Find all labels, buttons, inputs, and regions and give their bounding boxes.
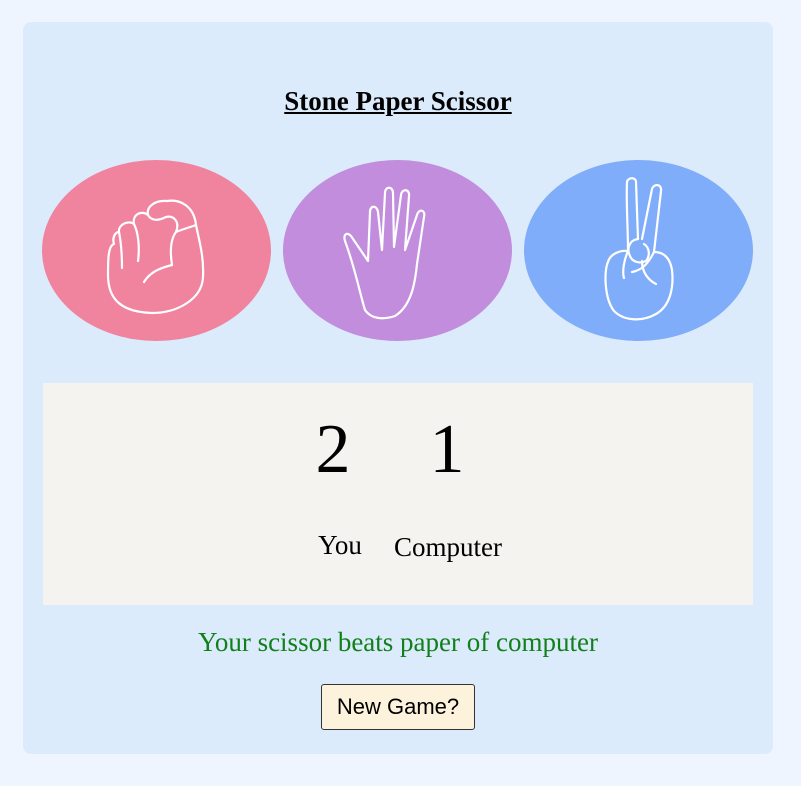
peace-sign-icon — [604, 177, 674, 321]
page-title: Stone Paper Scissor — [284, 86, 512, 116]
game-container: Stone Paper Scissor 2 1 You Computer You… — [23, 22, 773, 754]
user-score: 2 — [315, 411, 351, 488]
computer-score-label: Computer — [394, 532, 502, 562]
scissor-choice-button[interactable] — [524, 160, 753, 341]
result-message: Your scissor beats paper of computer — [198, 627, 598, 657]
new-game-button[interactable]: New Game? — [321, 684, 475, 730]
fist-icon — [106, 199, 205, 315]
open-hand-icon — [343, 186, 426, 320]
computer-score: 1 — [429, 411, 465, 488]
scoreboard: 2 1 You Computer — [43, 383, 753, 605]
stone-choice-button[interactable] — [42, 160, 271, 341]
user-score-label: You — [318, 530, 362, 560]
paper-choice-button[interactable] — [283, 160, 512, 341]
